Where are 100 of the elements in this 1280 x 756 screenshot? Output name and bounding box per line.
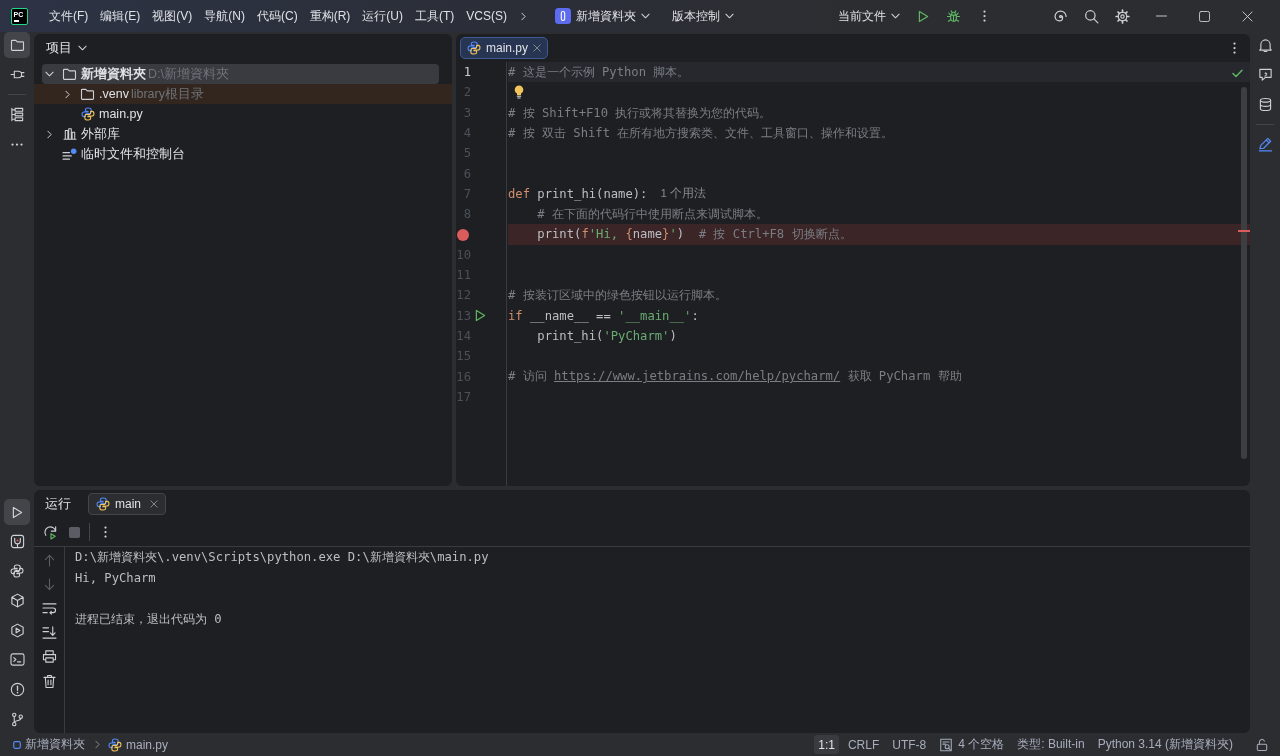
code-line: # 按 Shift+F10 执行或将其替换为您的代码。 [508, 104, 772, 122]
menu-item[interactable]: 工具(T) [409, 3, 461, 29]
bars-icon [62, 128, 77, 140]
run-icon[interactable] [475, 309, 486, 323]
code-line: # 在下面的代码行中使用断点来调试脚本。 [536, 206, 769, 224]
url-link[interactable]: https://www.jetbrains.com/help/pycharm/ [554, 369, 841, 384]
chevron-down-icon [78, 45, 87, 51]
cube-icon[interactable] [9, 593, 25, 609]
view-selector[interactable]: 项目 [42, 37, 91, 59]
run-tab[interactable]: main [88, 493, 166, 515]
chevron-right-icon[interactable] [64, 89, 70, 99]
square-icon [13, 740, 21, 749]
menu-item[interactable]: 导航(N) [198, 3, 251, 29]
editor-tab[interactable]: main.py [460, 37, 549, 59]
breadcrumb-item[interactable]: main.py [108, 737, 169, 752]
tool-window-button[interactable] [4, 32, 30, 58]
list-icon [62, 147, 77, 161]
more-icon[interactable] [103, 525, 107, 539]
folder-icon[interactable] [9, 39, 25, 51]
code-line: print_hi('PyCharm') [536, 327, 677, 345]
terminal-icon[interactable] [9, 653, 25, 667]
branch-icon[interactable] [10, 711, 24, 727]
chat-bubble-icon[interactable] [1257, 67, 1273, 82]
more-icon[interactable] [1233, 41, 1236, 55]
project-selector[interactable]: 新增資料夾 [549, 3, 656, 29]
bug-icon[interactable] [945, 8, 961, 24]
vcs-selector[interactable]: 版本控制 [666, 3, 740, 29]
console-line: 进程已结束，退出代码为 0 [75, 610, 223, 628]
chevron-right-icon [95, 740, 100, 749]
tree-item[interactable]: .venv library根目录 [42, 84, 439, 104]
run-icon[interactable] [11, 505, 23, 519]
chevron-right-icon[interactable] [520, 11, 526, 21]
tree-item[interactable]: main.py [42, 104, 439, 124]
close-icon[interactable] [150, 500, 158, 508]
check-icon[interactable] [1232, 69, 1243, 78]
usage-hint[interactable]: 1 个用法 [660, 186, 706, 202]
printer-icon[interactable] [41, 650, 57, 663]
menu-item[interactable]: 重构(R) [303, 3, 357, 29]
maximize-icon[interactable] [1199, 10, 1210, 22]
file-encoding[interactable]: UTF-8 [888, 735, 931, 754]
hexagon-play-icon[interactable] [9, 622, 25, 638]
code-line: if __name__ == '__main__': [508, 307, 699, 325]
scroll-to-end-icon[interactable] [41, 626, 57, 639]
code-line: # 这是一个示例 Python 脚本。 [508, 64, 690, 81]
code-line: def print_hi(name): [508, 185, 648, 203]
menu-item[interactable]: 编辑(E) [94, 3, 147, 29]
line-separator[interactable]: CRLF [843, 735, 884, 754]
code-line: # 按 双击 Shift 在所有地方搜索类、文件、工具窗口、操作和设置。 [508, 124, 894, 142]
code-line: print(f'Hi, {name}') # 按 Ctrl+F8 切换断点。 [536, 226, 852, 244]
console-line: Hi, PyCharm [75, 569, 157, 587]
document-search-icon [939, 737, 954, 752]
tool-window-title: 运行 [45, 495, 71, 513]
settings-icon[interactable] [1114, 8, 1130, 24]
lock-icon[interactable] [1256, 737, 1268, 752]
spiral-icon[interactable] [1052, 8, 1068, 24]
line-number: 1 [463, 65, 471, 80]
menu-item[interactable]: 运行(U) [356, 3, 409, 29]
more-icon[interactable] [982, 9, 986, 23]
breakpoint-icon[interactable] [457, 228, 469, 241]
fork-square-icon[interactable] [9, 534, 25, 550]
tree-item[interactable]: 临时文件和控制台 [42, 144, 439, 164]
menu-item[interactable]: 文件(F) [43, 3, 95, 29]
alert-icon[interactable] [9, 681, 25, 697]
more-icon[interactable] [10, 142, 24, 146]
python-icon[interactable] [10, 564, 24, 579]
chevron-right-icon[interactable] [46, 129, 52, 139]
menu-item[interactable]: 视图(V) [146, 3, 199, 29]
run-icon[interactable] [917, 9, 929, 23]
bell-icon[interactable] [1258, 37, 1272, 53]
rerun-icon[interactable] [42, 524, 58, 540]
close-icon[interactable] [1242, 10, 1253, 22]
plug-icon[interactable] [9, 69, 25, 80]
chevron-down-icon [641, 13, 650, 19]
python-file-icon [108, 737, 122, 752]
tree-item[interactable]: 外部库 [42, 124, 439, 144]
search-icon[interactable] [1083, 8, 1099, 24]
chevron-down-icon [725, 13, 734, 19]
run-config-selector[interactable]: 当前文件 [832, 3, 906, 29]
file-type[interactable]: 类型: Built-in [1013, 735, 1089, 754]
scrollbar[interactable] [1241, 87, 1247, 459]
lightbulb-icon[interactable] [514, 85, 524, 100]
folder-icon [62, 68, 77, 80]
code-line: # 访问 https://www.jetbrains.com/help/pycharm/ 获取 PyCharm 帮助 [508, 368, 962, 386]
trash-icon[interactable] [42, 674, 56, 689]
pen-icon[interactable] [1257, 136, 1273, 152]
database-icon[interactable] [1258, 96, 1272, 112]
soft-wrap-icon[interactable] [41, 602, 57, 615]
close-icon[interactable] [533, 44, 542, 52]
console-line: D:\新增資料夾\.venv\Scripts\python.exe D:\新增資料夾\main.py [75, 549, 489, 566]
menu-item[interactable]: 代码(C) [251, 3, 304, 29]
structure-icon[interactable] [9, 107, 25, 122]
python-file-icon [467, 41, 481, 55]
python-interpreter[interactable]: Python 3.14 (新增資料夾) [1093, 735, 1237, 754]
tool-window-button[interactable] [4, 499, 30, 526]
indent-setting[interactable]: 4 个空格 [935, 735, 1009, 754]
menu-item[interactable]: VCS(S) [460, 3, 513, 29]
cursor-position[interactable]: 1:1 [814, 735, 839, 754]
breadcrumb-item[interactable]: 新增資料夾 [13, 736, 85, 753]
breakpoint-marker[interactable] [1238, 230, 1250, 233]
chevron-down-icon[interactable] [44, 71, 54, 77]
